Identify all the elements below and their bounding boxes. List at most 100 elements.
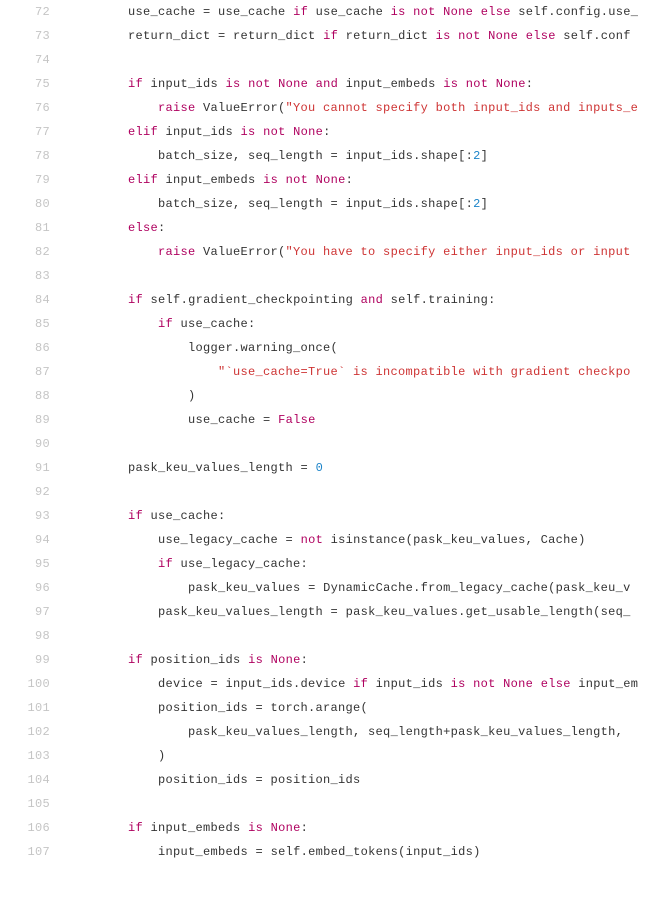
code-line[interactable]: ) bbox=[68, 384, 648, 408]
code-line[interactable]: raise ValueError("You have to specify ei… bbox=[68, 240, 648, 264]
code-area[interactable]: use_cache = use_cache if use_cache is no… bbox=[68, 0, 648, 897]
code-line[interactable]: else: bbox=[68, 216, 648, 240]
code-line[interactable]: use_cache = use_cache if use_cache is no… bbox=[68, 0, 648, 24]
line-number: 95 bbox=[0, 552, 50, 576]
token-p bbox=[458, 77, 466, 91]
code-line[interactable] bbox=[68, 792, 648, 816]
line-number: 107 bbox=[0, 840, 50, 864]
token-p bbox=[308, 77, 316, 91]
code-line[interactable] bbox=[68, 48, 648, 72]
token-kw: is bbox=[241, 125, 256, 139]
token-id: ] bbox=[481, 197, 489, 211]
token-kwval: None bbox=[271, 653, 301, 667]
token-id: pask_keu_values_length, seq_length+pask_… bbox=[188, 725, 631, 739]
token-kw: else bbox=[526, 29, 556, 43]
line-number: 85 bbox=[0, 312, 50, 336]
line-number: 74 bbox=[0, 48, 50, 72]
code-line[interactable]: elif input_embeds is not None: bbox=[68, 168, 648, 192]
code-editor[interactable]: 7273747576777879808182838485868788899091… bbox=[0, 0, 648, 897]
token-p bbox=[406, 5, 414, 19]
line-number: 75 bbox=[0, 72, 50, 96]
token-op: : bbox=[526, 77, 534, 91]
token-p bbox=[263, 653, 271, 667]
token-id: return_dict bbox=[226, 29, 324, 43]
token-p bbox=[68, 245, 158, 259]
code-line[interactable]: if use_cache: bbox=[68, 312, 648, 336]
code-line[interactable] bbox=[68, 432, 648, 456]
code-line[interactable]: "`use_cache=True` is incompatible with g… bbox=[68, 360, 648, 384]
token-p bbox=[68, 533, 158, 547]
token-id: input_embeds bbox=[158, 845, 256, 859]
token-p bbox=[518, 29, 526, 43]
code-line[interactable]: ) bbox=[68, 744, 648, 768]
code-line[interactable]: raise ValueError("You cannot specify bot… bbox=[68, 96, 648, 120]
code-line[interactable]: if self.gradient_checkpointing and self.… bbox=[68, 288, 648, 312]
line-number: 82 bbox=[0, 240, 50, 264]
token-id: ValueError( bbox=[196, 245, 286, 259]
token-op: : bbox=[346, 173, 354, 187]
line-number: 83 bbox=[0, 264, 50, 288]
token-kw: if bbox=[293, 5, 308, 19]
line-number: 77 bbox=[0, 120, 50, 144]
token-op: = bbox=[256, 773, 264, 787]
code-line[interactable]: pask_keu_values_length = pask_keu_values… bbox=[68, 600, 648, 624]
token-kw: and bbox=[361, 293, 384, 307]
token-p bbox=[271, 413, 279, 427]
token-kw: if bbox=[128, 821, 143, 835]
code-line[interactable]: if use_legacy_cache: bbox=[68, 552, 648, 576]
code-line[interactable]: use_legacy_cache = not isinstance(pask_k… bbox=[68, 528, 648, 552]
token-id: torch.arange( bbox=[263, 701, 368, 715]
code-line[interactable]: position_ids = position_ids bbox=[68, 768, 648, 792]
token-kw: elif bbox=[128, 125, 158, 139]
code-line[interactable]: if input_embeds is None: bbox=[68, 816, 648, 840]
line-number: 78 bbox=[0, 144, 50, 168]
code-line[interactable] bbox=[68, 480, 648, 504]
token-kw: is bbox=[391, 5, 406, 19]
token-id: pask_keu_values_length bbox=[128, 461, 301, 475]
code-line[interactable]: pask_keu_values_length, seq_length+pask_… bbox=[68, 720, 648, 744]
token-id: return_dict bbox=[128, 29, 218, 43]
code-line[interactable]: batch_size, seq_length = input_ids.shape… bbox=[68, 192, 648, 216]
code-line[interactable] bbox=[68, 624, 648, 648]
line-number: 86 bbox=[0, 336, 50, 360]
token-p bbox=[286, 125, 294, 139]
token-p bbox=[466, 677, 474, 691]
token-op: = bbox=[256, 845, 264, 859]
code-line[interactable]: input_embeds = self.embed_tokens(input_i… bbox=[68, 840, 648, 864]
code-line[interactable]: use_cache = False bbox=[68, 408, 648, 432]
line-number: 101 bbox=[0, 696, 50, 720]
token-id: use_cache: bbox=[173, 317, 256, 331]
token-self: self bbox=[518, 5, 548, 19]
line-number: 91 bbox=[0, 456, 50, 480]
token-op: = bbox=[331, 149, 339, 163]
code-line[interactable]: position_ids = torch.arange( bbox=[68, 696, 648, 720]
token-id: use_cache bbox=[211, 5, 294, 19]
token-kw: is bbox=[248, 653, 263, 667]
token-kw: is bbox=[248, 821, 263, 835]
token-kw: not bbox=[301, 533, 324, 547]
token-kw: if bbox=[128, 653, 143, 667]
code-line[interactable] bbox=[68, 264, 648, 288]
token-p bbox=[263, 821, 271, 835]
code-line[interactable]: device = input_ids.device if input_ids i… bbox=[68, 672, 648, 696]
token-id: position_ids bbox=[263, 773, 361, 787]
token-id: use_cache bbox=[308, 5, 391, 19]
line-number: 92 bbox=[0, 480, 50, 504]
code-line[interactable]: elif input_ids is not None: bbox=[68, 120, 648, 144]
token-kw: elif bbox=[128, 173, 158, 187]
token-id: .conf bbox=[593, 29, 631, 43]
line-number-gutter: 7273747576777879808182838485868788899091… bbox=[0, 0, 68, 897]
token-p bbox=[68, 293, 128, 307]
code-line[interactable]: pask_keu_values_length = 0 bbox=[68, 456, 648, 480]
token-id: input_embeds bbox=[338, 77, 443, 91]
line-number: 100 bbox=[0, 672, 50, 696]
code-line[interactable]: if use_cache: bbox=[68, 504, 648, 528]
code-line[interactable]: return_dict = return_dict if return_dict… bbox=[68, 24, 648, 48]
token-p bbox=[68, 173, 128, 187]
code-line[interactable]: if input_ids is not None and input_embed… bbox=[68, 72, 648, 96]
code-line[interactable]: pask_keu_values = DynamicCache.from_lega… bbox=[68, 576, 648, 600]
code-line[interactable]: if position_ids is None: bbox=[68, 648, 648, 672]
code-line[interactable]: logger.warning_once( bbox=[68, 336, 648, 360]
code-line[interactable]: batch_size, seq_length = input_ids.shape… bbox=[68, 144, 648, 168]
token-kw: and bbox=[316, 77, 339, 91]
